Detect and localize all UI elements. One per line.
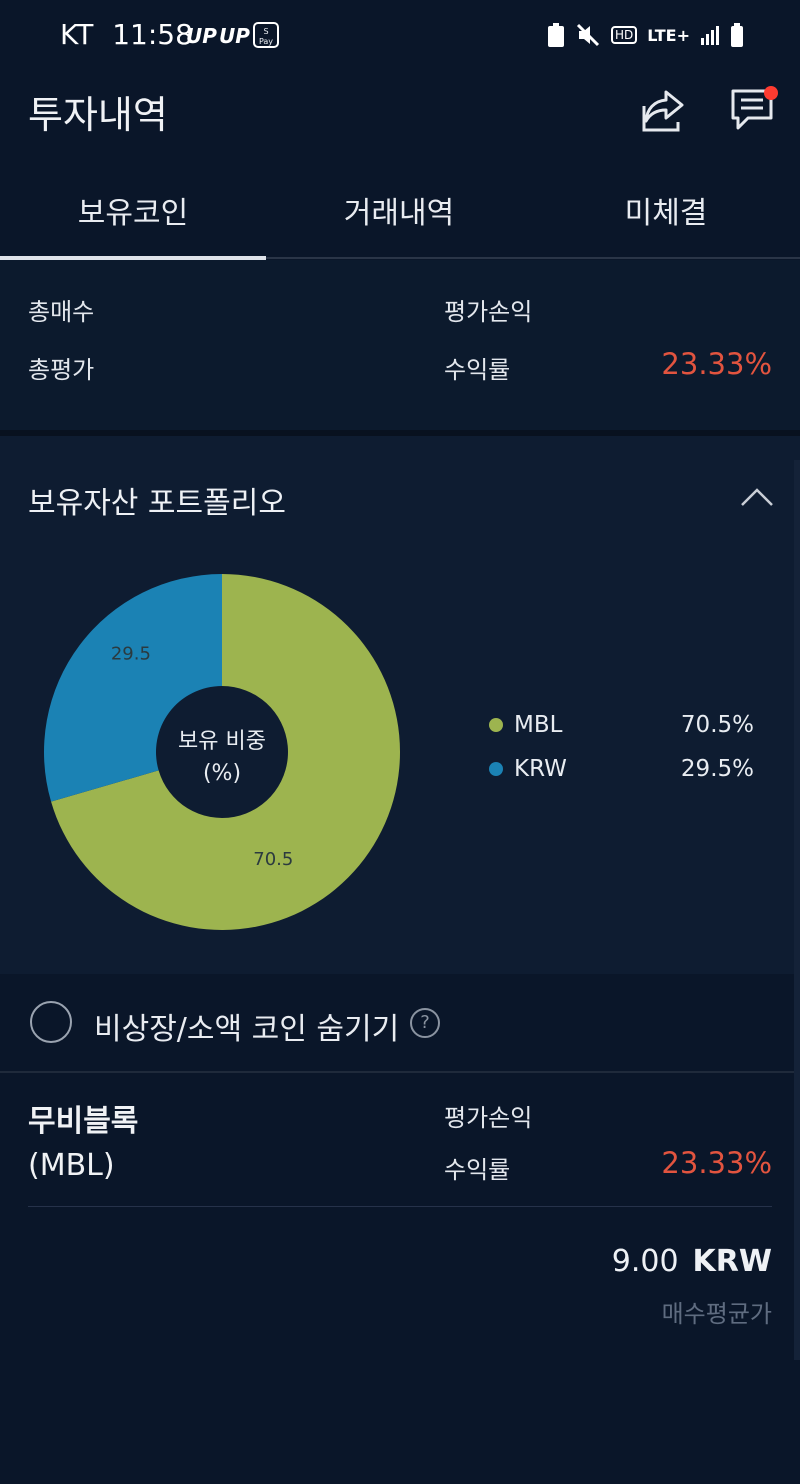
- share-icon: [642, 90, 684, 132]
- legend-value-mbl: 70.5%: [680, 712, 754, 738]
- battery-saver-icon: [547, 23, 564, 47]
- portfolio-title: 보유자산 포트폴리오: [28, 486, 286, 521]
- legend-value-krw: 29.5%: [680, 756, 754, 782]
- up-badge: UP: [186, 24, 217, 48]
- card-divider: [28, 1206, 772, 1207]
- donut-slice-krw: [43, 574, 223, 802]
- donut-center-label-1: 보유 비중: [178, 729, 266, 754]
- total-eval-label: 총평가: [28, 356, 95, 384]
- status-bar: KT 11:58 UP UP S Pay HD LTE+: [0, 0, 800, 72]
- samsung-pay-icon: S Pay: [253, 22, 279, 48]
- donut-label-mbl: 70.5: [253, 849, 293, 870]
- coin-card[interactable]: 무비블록 (MBL): [28, 1100, 138, 1188]
- legend-name-mbl: MBL: [514, 712, 563, 738]
- coin-symbol: (MBL): [28, 1148, 115, 1183]
- total-buy-label: 총매수: [28, 298, 95, 326]
- donut-label-krw: 29.5: [111, 643, 151, 664]
- row-divider: [0, 1071, 800, 1073]
- clock: 11:58: [112, 18, 193, 51]
- return-label: 수익률: [444, 356, 511, 384]
- carrier: KT: [60, 18, 94, 51]
- hd-icon: HD: [610, 26, 638, 44]
- hide-coins-label[interactable]: 비상장/소액 코인 숨기기: [94, 1004, 399, 1048]
- signal-icon: [701, 26, 719, 45]
- return-value: 23.33%: [661, 347, 772, 381]
- avg-price-label: 매수평균가: [661, 1300, 772, 1328]
- mute-icon: [576, 23, 599, 47]
- hide-coins-radio[interactable]: [30, 1001, 72, 1043]
- status-carrier-time: KT 11:58: [60, 18, 193, 51]
- help-icon[interactable]: ?: [410, 1008, 440, 1038]
- pnl-label: 평가손익: [444, 298, 533, 326]
- status-icons: HD LTE+: [547, 20, 744, 50]
- coin-pnl-label: 평가손익: [444, 1104, 533, 1132]
- summary-panel: [0, 260, 800, 430]
- page-title: 투자내역: [28, 93, 168, 137]
- tab-holdings[interactable]: 보유코인: [0, 188, 266, 232]
- legend-name-krw: KRW: [514, 756, 567, 782]
- collapse-button[interactable]: [740, 486, 774, 512]
- portfolio-donut-chart: 70.5 29.5 보유 비중 (%): [43, 574, 401, 930]
- battery-icon: [731, 23, 743, 47]
- avg-price-value: 9.00: [611, 1244, 679, 1279]
- coin-return-value: 23.33%: [661, 1146, 772, 1180]
- avg-price: 9.00 KRW: [612, 1244, 772, 1279]
- legend-dot-krw: [489, 762, 503, 776]
- avg-price-currency: KRW: [692, 1244, 772, 1279]
- lte-icon: LTE+: [647, 25, 690, 45]
- scrollbar[interactable]: [794, 460, 800, 1360]
- tab-pending[interactable]: 미체결: [533, 188, 799, 232]
- donut-center-label-2: (%): [203, 761, 241, 786]
- coin-name: 무비블록: [28, 1104, 139, 1139]
- up-badge: UP: [219, 24, 250, 48]
- notification-dot: [764, 86, 778, 100]
- tab-transactions[interactable]: 거래내역: [266, 188, 532, 232]
- chevron-up-icon: [741, 488, 773, 506]
- coin-return-label: 수익률: [444, 1156, 511, 1184]
- share-button[interactable]: [640, 88, 686, 138]
- legend-dot-mbl: [489, 718, 503, 732]
